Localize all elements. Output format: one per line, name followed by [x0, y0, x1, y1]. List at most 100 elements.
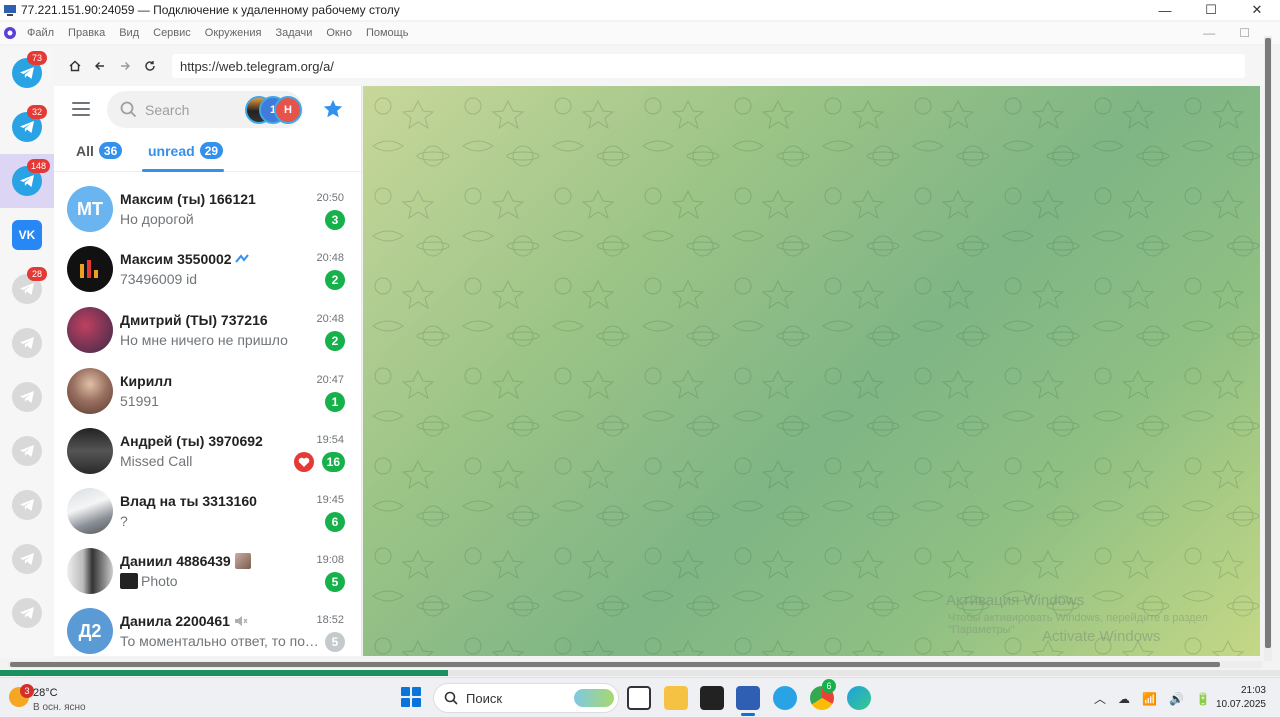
- cloud-icon[interactable]: ☁: [1118, 692, 1130, 706]
- tab-label: All: [76, 142, 94, 159]
- telegram-icon: [12, 382, 42, 412]
- inner-minimize-button[interactable]: —: [1203, 26, 1215, 40]
- chat-item[interactable]: Д2 Данила 2200461 18:52 То моментально о…: [54, 602, 361, 656]
- chat-last-message: 51991: [120, 393, 159, 409]
- account-telegram-3[interactable]: 148: [0, 154, 54, 208]
- rdp-title-bar: 77.221.151.90:24059 — Подключение к удал…: [0, 0, 1280, 20]
- wifi-icon[interactable]: 📶: [1142, 692, 1157, 706]
- chrome-icon[interactable]: 6: [810, 679, 836, 710]
- forward-icon[interactable]: [112, 53, 137, 79]
- sidebar-header: Search 1 Н: [54, 86, 361, 134]
- emoji-icon: [235, 254, 250, 263]
- menu-help[interactable]: Помощь: [366, 27, 409, 39]
- scrollbar-thumb[interactable]: [10, 662, 1220, 667]
- menu-icon[interactable]: [72, 102, 90, 116]
- chevron-up-icon[interactable]: ︿: [1094, 690, 1106, 707]
- chat-item[interactable]: Кирилл 20:47 51991 1: [54, 362, 361, 422]
- chat-name: Максим 3550002: [120, 251, 250, 267]
- unread-count-badge: 2: [325, 331, 345, 351]
- maximize-button[interactable]: ☐: [1188, 0, 1234, 20]
- stories-ribbon[interactable]: 1 Н: [245, 96, 305, 124]
- menu-service[interactable]: Сервис: [153, 27, 191, 39]
- unread-badge: 32: [27, 105, 47, 119]
- menu-file[interactable]: Файл: [27, 27, 54, 39]
- progress-bar: [0, 670, 1280, 676]
- home-icon[interactable]: [62, 53, 87, 79]
- file-explorer-icon[interactable]: [664, 686, 688, 710]
- weather-temp: 28°C: [33, 687, 58, 699]
- account-telegram-5[interactable]: 28: [0, 262, 54, 316]
- scrollbar-thumb[interactable]: [1265, 38, 1271, 648]
- search-icon: [444, 691, 458, 705]
- active-app-indicator: [741, 713, 755, 716]
- account-telegram-1[interactable]: 73: [0, 46, 54, 100]
- weather-widget[interactable]: 3 28°C В осн. ясно: [6, 684, 126, 714]
- telegram-icon: [12, 490, 42, 520]
- window-title: 77.221.151.90:24059 — Подключение к удал…: [21, 3, 400, 17]
- account-telegram-11[interactable]: [0, 586, 54, 640]
- remote-desktop-taskbar-icon[interactable]: [736, 686, 760, 710]
- tab-all[interactable]: All 36: [76, 142, 123, 159]
- telegram-icon: [12, 598, 42, 628]
- menu-environments[interactable]: Окружения: [205, 27, 262, 39]
- edge-icon[interactable]: [847, 686, 871, 710]
- unread-count-badge: 16: [321, 452, 345, 472]
- chat-item[interactable]: Максим 3550002 20:48 73496009 id 2: [54, 240, 361, 300]
- clock-time: 21:03: [1240, 685, 1266, 696]
- account-telegram-9[interactable]: [0, 478, 54, 532]
- account-vk[interactable]: VK: [0, 208, 54, 262]
- unread-count-badge: 3: [325, 210, 345, 230]
- taskbar-search[interactable]: Поиск: [433, 683, 619, 713]
- telegram-icon: [12, 544, 42, 574]
- notification-badge: 3: [20, 684, 34, 698]
- chat-last-message: Но дорогой: [120, 211, 194, 227]
- windows-start-icon[interactable]: [401, 687, 421, 707]
- battery-icon[interactable]: 🔋: [1196, 692, 1211, 706]
- menu-tasks[interactable]: Задачи: [275, 27, 312, 39]
- account-telegram-10[interactable]: [0, 532, 54, 586]
- account-telegram-2[interactable]: 32: [0, 100, 54, 154]
- chat-background: Активация Windows Чтобы активировать Win…: [363, 86, 1260, 656]
- unread-badge: 28: [27, 267, 47, 281]
- chat-item[interactable]: Дмитрий (ТЫ) 737216 20:48 Но мне ничего …: [54, 301, 361, 361]
- avatar: [67, 548, 113, 594]
- telegram-taskbar-icon[interactable]: [773, 686, 797, 710]
- inner-maximize-button[interactable]: ☐: [1239, 26, 1250, 40]
- remote-desktop-icon: [4, 5, 16, 16]
- tab-unread[interactable]: unread 29: [148, 142, 224, 159]
- taskbar-search-label: Поиск: [466, 690, 503, 706]
- minimize-button[interactable]: —: [1142, 0, 1188, 20]
- vertical-scrollbar[interactable]: [1264, 36, 1272, 661]
- chat-name-text: Максим 3550002: [120, 251, 232, 267]
- account-telegram-8[interactable]: [0, 424, 54, 478]
- back-icon[interactable]: [87, 53, 112, 79]
- browser-toolbar: https://web.telegram.org/a/: [54, 46, 1268, 86]
- menu-view[interactable]: Вид: [119, 27, 139, 39]
- horizontal-scrollbar[interactable]: [8, 661, 1262, 668]
- chat-item[interactable]: МТ Максим (ты) 166121 20:50 Но дорогой 3: [54, 180, 361, 240]
- reload-icon[interactable]: [137, 53, 162, 79]
- menu-window[interactable]: Окно: [326, 27, 352, 39]
- menu-edit[interactable]: Правка: [68, 27, 105, 39]
- address-bar[interactable]: https://web.telegram.org/a/: [172, 54, 1245, 78]
- chat-item[interactable]: Влад на ты 3313160 19:45 ? 6: [54, 482, 361, 542]
- close-button[interactable]: ✕: [1234, 0, 1280, 20]
- chat-name-text: Данила 2200461: [120, 613, 230, 629]
- clock-date: 10.07.2025: [1215, 699, 1266, 710]
- chat-item[interactable]: Даниил 4886439 19:08 Photo 5: [54, 542, 361, 602]
- chat-name-text: Даниил 4886439: [120, 553, 231, 569]
- weather-desc: В осн. ясно: [33, 702, 86, 713]
- account-telegram-7[interactable]: [0, 370, 54, 424]
- clock[interactable]: 21:03 10.07.2025: [1214, 684, 1266, 712]
- muted-icon: [234, 616, 248, 626]
- tab-label: unread: [148, 142, 195, 159]
- star-icon[interactable]: [322, 98, 344, 120]
- app-c-icon[interactable]: [700, 686, 724, 710]
- task-view-icon[interactable]: [627, 686, 651, 710]
- volume-icon[interactable]: 🔊: [1169, 692, 1184, 706]
- story-avatar[interactable]: Н: [274, 96, 302, 124]
- heart-reaction-icon: [294, 452, 314, 472]
- chat-item[interactable]: Андрей (ты) 3970692 19:54 Missed Call 16: [54, 422, 361, 482]
- account-telegram-6[interactable]: [0, 316, 54, 370]
- doodle-pattern: [363, 86, 1260, 656]
